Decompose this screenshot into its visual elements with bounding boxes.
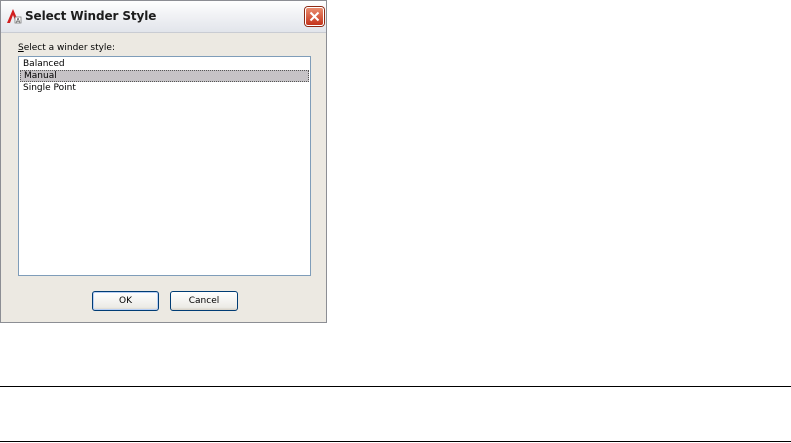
list-item-balanced[interactable]: Balanced — [20, 58, 309, 70]
list-item-single-point[interactable]: Single Point — [20, 82, 309, 94]
autocad-app-icon: A — [6, 8, 22, 25]
ok-button[interactable]: OK — [92, 291, 159, 311]
close-icon — [309, 11, 320, 22]
dialog-titlebar[interactable]: A Select Winder Style — [1, 1, 326, 33]
list-item-manual[interactable]: Manual — [20, 70, 309, 82]
select-winder-style-dialog: A Select Winder Style Select a winder st… — [0, 0, 327, 323]
divider-bottom — [0, 441, 791, 442]
prompt-label: elect a winder style: — [23, 43, 115, 53]
winder-style-list[interactable]: Balanced Manual Single Point — [18, 56, 311, 276]
cancel-button[interactable]: Cancel — [170, 291, 238, 311]
divider-top — [0, 386, 791, 387]
winder-style-prompt: Select a winder style: — [18, 43, 115, 53]
close-button[interactable] — [305, 7, 324, 26]
dialog-title: Select Winder Style — [25, 9, 157, 23]
